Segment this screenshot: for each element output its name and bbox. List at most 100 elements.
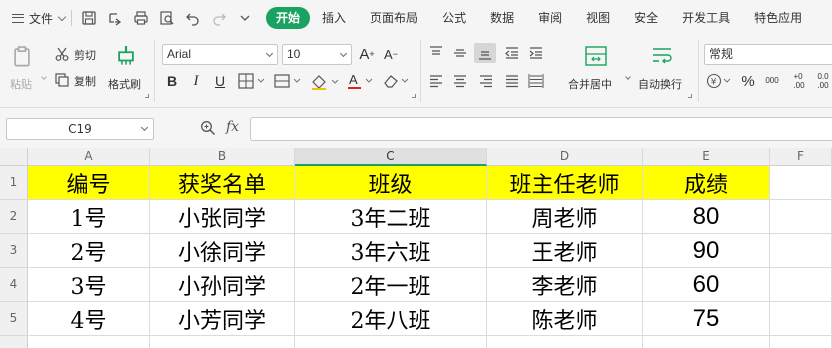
chevron-down-icon[interactable]	[625, 74, 631, 80]
row-header[interactable]: 1	[0, 166, 28, 200]
table-cell[interactable]	[770, 166, 832, 200]
print-preview-icon[interactable]	[158, 9, 176, 27]
row-header[interactable]: 3	[0, 234, 28, 268]
column-header-a[interactable]: A	[28, 148, 150, 166]
table-cell[interactable]	[150, 336, 295, 348]
merge-center-button[interactable]: 合并居中	[568, 76, 612, 92]
name-box[interactable]: C19	[6, 118, 154, 140]
tab-insert[interactable]: 插入	[310, 7, 358, 29]
select-all-corner[interactable]	[0, 148, 28, 166]
table-cell[interactable]	[28, 336, 150, 348]
justify-icon[interactable]	[504, 73, 520, 89]
tab-home[interactable]: 开始	[266, 7, 311, 29]
row-header[interactable]: 4	[0, 268, 28, 302]
column-header-b[interactable]: B	[150, 148, 295, 166]
tab-page-layout[interactable]: 页面布局	[358, 7, 430, 29]
font-name-select[interactable]: Arial	[162, 44, 278, 65]
table-cell[interactable]	[770, 268, 832, 302]
column-header-c[interactable]: C	[295, 148, 487, 166]
table-cell[interactable]: 2年八班	[295, 302, 487, 336]
bold-icon[interactable]: B	[164, 72, 180, 90]
percent-format-icon[interactable]: %	[740, 72, 756, 90]
merge-center-icon[interactable]	[584, 44, 608, 68]
align-center-icon[interactable]	[452, 73, 468, 89]
table-cell[interactable]: 4号	[28, 302, 150, 336]
dialog-launcher-icon[interactable]	[688, 94, 692, 98]
table-cell[interactable]	[770, 302, 832, 336]
header-cell-score[interactable]: 成绩	[643, 166, 770, 200]
table-cell[interactable]: 小徐同学	[150, 234, 295, 268]
table-cell[interactable]: 小孙同学	[150, 268, 295, 302]
currency-format-icon[interactable]: ¥	[706, 72, 732, 90]
copy-button[interactable]: 复制	[74, 73, 96, 89]
table-cell[interactable]: 王老师	[487, 234, 643, 268]
column-header-d[interactable]: D	[487, 148, 643, 166]
format-painter-button[interactable]: 格式刷	[108, 76, 141, 92]
fill-color-icon[interactable]	[310, 73, 342, 91]
export-icon[interactable]	[106, 9, 124, 27]
save-icon[interactable]	[80, 9, 98, 27]
align-right-icon[interactable]	[478, 73, 494, 89]
tab-review[interactable]: 审阅	[526, 7, 574, 29]
redo-icon[interactable]	[210, 9, 228, 27]
tab-view[interactable]: 视图	[574, 7, 622, 29]
table-cell[interactable]: 60	[643, 268, 770, 302]
header-cell-winners[interactable]: 获奖名单	[150, 166, 295, 200]
table-cell[interactable]: 3年六班	[295, 234, 487, 268]
table-cell[interactable]: 1号	[28, 200, 150, 234]
number-format-select[interactable]: 常规	[704, 44, 832, 65]
table-cell[interactable]	[487, 336, 643, 348]
merge-borders-icon[interactable]	[274, 73, 302, 89]
formula-input[interactable]	[250, 117, 832, 141]
table-cell[interactable]: 75	[643, 302, 770, 336]
distributed-align-icon[interactable]	[528, 73, 544, 89]
row-header[interactable]	[0, 336, 28, 348]
table-cell[interactable]: 小张同学	[150, 200, 295, 234]
font-size-select[interactable]: 10	[282, 44, 352, 65]
align-top-icon[interactable]	[428, 45, 444, 61]
table-cell[interactable]: 小芳同学	[150, 302, 295, 336]
customize-quick-access-icon[interactable]	[236, 9, 254, 27]
column-header-f[interactable]: F	[770, 148, 832, 166]
decrease-indent-icon[interactable]	[504, 45, 520, 61]
table-cell[interactable]	[770, 200, 832, 234]
format-painter-icon[interactable]	[114, 42, 138, 68]
table-cell[interactable]: 90	[643, 234, 770, 268]
tab-formulas[interactable]: 公式	[430, 7, 478, 29]
wrap-text-button[interactable]: 自动换行	[638, 76, 682, 92]
align-bottom-icon[interactable]	[474, 43, 496, 63]
table-cell[interactable]: 80	[643, 200, 770, 234]
header-cell-teacher[interactable]: 班主任老师	[487, 166, 643, 200]
underline-icon[interactable]: U	[212, 72, 228, 90]
header-cell-class[interactable]: 班级	[295, 166, 487, 200]
table-cell[interactable]: 陈老师	[487, 302, 643, 336]
align-middle-icon[interactable]	[452, 45, 468, 61]
align-left-icon[interactable]	[428, 73, 444, 89]
table-cell[interactable]: 3号	[28, 268, 150, 302]
paste-icon[interactable]	[10, 44, 34, 68]
table-cell[interactable]: 李老师	[487, 268, 643, 302]
decrease-font-size-icon[interactable]: A −	[382, 45, 400, 63]
print-icon[interactable]	[132, 9, 150, 27]
table-cell[interactable]: 3年二班	[295, 200, 487, 234]
table-cell[interactable]	[295, 336, 487, 348]
zoom-icon[interactable]	[200, 120, 216, 136]
dialog-launcher-icon[interactable]	[412, 94, 416, 98]
font-color-icon[interactable]: A	[346, 72, 376, 90]
thousands-separator-icon[interactable]: 000	[762, 70, 782, 92]
tab-special-apps[interactable]: 特色应用	[742, 7, 814, 29]
borders-icon[interactable]	[238, 73, 266, 89]
table-cell[interactable]: 2年一班	[295, 268, 487, 302]
row-header[interactable]: 2	[0, 200, 28, 234]
insert-function-button[interactable]: fx	[226, 119, 239, 135]
decrease-decimal-icon[interactable]: 0.0 .00	[814, 70, 832, 92]
increase-font-size-icon[interactable]: A +	[358, 45, 376, 63]
increase-indent-icon[interactable]	[528, 45, 544, 61]
row-header[interactable]: 5	[0, 302, 28, 336]
table-cell[interactable]	[770, 336, 832, 348]
tab-developer[interactable]: 开发工具	[670, 7, 742, 29]
cut-button[interactable]: 剪切	[74, 47, 96, 63]
table-cell[interactable]	[770, 234, 832, 268]
tab-security[interactable]: 安全	[622, 7, 670, 29]
wrap-text-icon[interactable]	[650, 44, 674, 68]
